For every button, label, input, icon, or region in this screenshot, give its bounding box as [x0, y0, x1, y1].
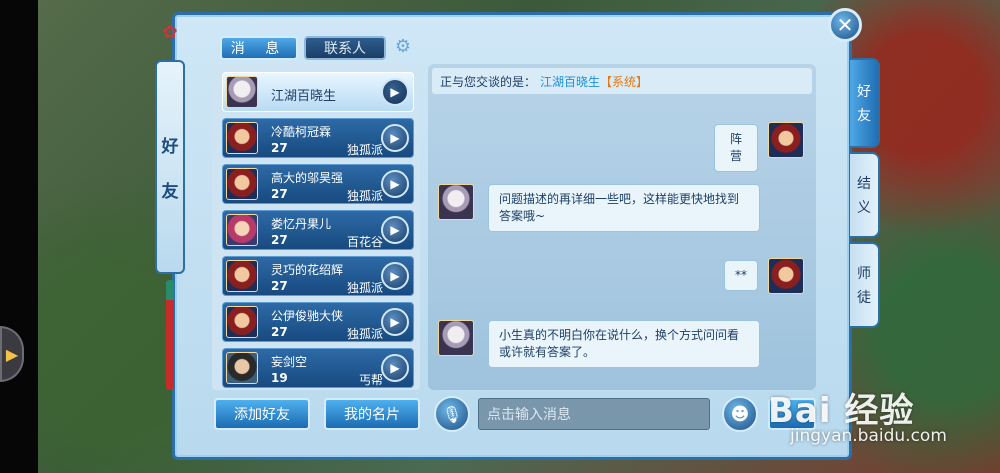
left-edge: [0, 0, 38, 473]
contact-sect: 丐帮: [358, 373, 383, 387]
contact-sect: 独孤派: [346, 327, 383, 341]
contact-item[interactable]: 妄剑空 19 丐帮 ▶: [222, 348, 414, 388]
contact-name: 高大的邬昊强: [271, 171, 344, 185]
tab-sworn-brothers[interactable]: 结 义: [850, 152, 880, 238]
voice-button[interactable]: 🎙: [434, 396, 470, 432]
tab-label-char: 徒: [857, 290, 871, 306]
message-avatar: [438, 184, 474, 220]
play-icon[interactable]: ▶: [381, 308, 409, 336]
contact-item[interactable]: 高大的邬昊强 27 独孤派 ▶: [222, 164, 414, 204]
chat-header: 正与您交谈的是： 江湖百晓生 【系统】: [432, 68, 812, 94]
tab-contacts[interactable]: 联系人: [304, 36, 386, 60]
play-icon[interactable]: ▶: [381, 170, 409, 198]
left-tab-char-1: 好: [161, 137, 179, 157]
contact-name: 灵巧的花绍辉: [271, 263, 344, 277]
contact-level: 27: [271, 141, 288, 155]
contact-sect: 独孤派: [346, 281, 383, 295]
message-input[interactable]: 点击输入消息: [478, 398, 710, 430]
avatar: [226, 306, 258, 338]
close-button[interactable]: ✕: [828, 8, 862, 42]
play-icon[interactable]: ▶: [381, 262, 409, 290]
emoji-button[interactable]: ☻: [722, 396, 758, 432]
contact-name: 娄忆丹果儿: [271, 217, 332, 231]
chat-header-contact-name: 江湖百晓生: [540, 74, 601, 89]
contact-item[interactable]: 娄忆丹果儿 27 百花谷 ▶: [222, 210, 414, 250]
contact-level: 27: [271, 187, 288, 201]
contact-item[interactable]: 冷酷柯冠霖 27 独孤派 ▶: [222, 118, 414, 158]
contact-item[interactable]: 灵巧的花绍辉 27 独孤派 ▶: [222, 256, 414, 296]
tab-messages[interactable]: 消 息: [220, 36, 298, 60]
contact-sect: 独孤派: [346, 189, 383, 203]
contact-item[interactable]: 公伊俊驰大侠 27 独孤派 ▶: [222, 302, 414, 342]
chat-message-bubble: **: [724, 260, 758, 291]
contact-name: 公伊俊驰大侠: [271, 309, 344, 323]
avatar: [226, 76, 258, 108]
avatar: [226, 352, 258, 384]
contact-level: 27: [271, 325, 288, 339]
add-friend-button[interactable]: 添加好友: [214, 398, 310, 430]
chevron-right-icon: ▶: [5, 344, 19, 364]
contact-sect: 百花谷: [346, 235, 383, 249]
chat-header-system-tag: 【系统】: [600, 74, 649, 89]
contact-name: 妄剑空: [271, 355, 308, 369]
gear-icon[interactable]: ⚙: [393, 37, 413, 57]
contact-sect: 独孤派: [346, 143, 383, 157]
avatar: [226, 168, 258, 200]
contact-level: 27: [271, 279, 288, 293]
tab-friends[interactable]: 好 友: [850, 58, 880, 148]
message-avatar: [768, 122, 804, 158]
tassel-decoration: [166, 280, 174, 390]
avatar: [226, 214, 258, 246]
my-card-button[interactable]: 我的名片: [324, 398, 420, 430]
baidu-jingyan-logo: Bai 经验: [768, 391, 915, 431]
play-icon[interactable]: ▶: [381, 216, 409, 244]
emoji-icon: ☻: [730, 403, 750, 425]
chat-header-prefix: 正与您交谈的是：: [440, 74, 537, 89]
play-icon[interactable]: ▶: [381, 354, 409, 382]
tab-label-char: 师: [857, 266, 871, 282]
contact-name: 江湖百晓生: [271, 89, 337, 104]
play-icon[interactable]: ▶: [381, 124, 409, 152]
chinese-knot-decoration: ✿: [162, 22, 178, 43]
left-friends-tab[interactable]: 好 友: [155, 60, 185, 274]
chat-message-bubble: 阵营: [714, 124, 758, 172]
tab-label-char: 义: [857, 200, 871, 216]
microphone-icon: 🎙: [441, 404, 463, 424]
avatar: [226, 122, 258, 154]
chat-message-bubble: 小生真的不明白你在说什么，换个方式问问看或许就有答案了。: [488, 320, 760, 368]
message-avatar: [768, 258, 804, 294]
message-avatar: [438, 320, 474, 356]
tab-label-char: 好: [857, 84, 871, 100]
tab-label-char: 友: [857, 108, 871, 124]
contact-level: 27: [271, 233, 288, 247]
play-icon[interactable]: ▶: [381, 78, 409, 106]
chat-message-bubble: 问题描述的再详细一些吧，这样能更快地找到答案哦~: [488, 184, 760, 232]
contact-level: 19: [271, 371, 288, 385]
close-icon: ✕: [836, 13, 854, 37]
watermark-url: jingyan.baidu.com: [790, 426, 947, 446]
contact-name: 冷酷柯冠霖: [271, 125, 332, 139]
avatar: [226, 260, 258, 292]
left-tab-char-2: 友: [161, 182, 179, 202]
tab-label-char: 结: [857, 176, 871, 192]
contact-item[interactable]: 江湖百晓生 ▶: [222, 72, 414, 112]
tab-master-apprentice[interactable]: 师 徒: [850, 242, 880, 328]
